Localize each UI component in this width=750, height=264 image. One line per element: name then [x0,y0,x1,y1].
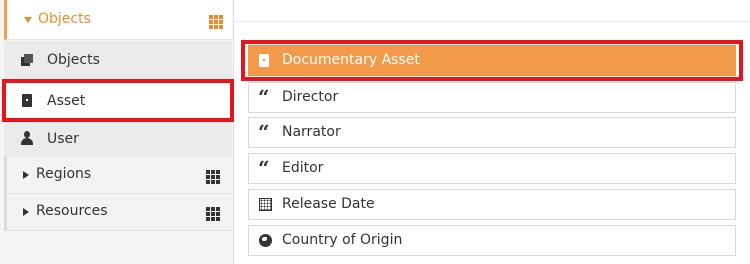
globe-icon [259,234,272,247]
sidebar-group-resources[interactable]: Resources [4,194,232,231]
field-item-editor[interactable]: “ Editor [248,153,736,184]
quote-icon: “ [258,85,270,109]
grid-icon[interactable] [206,207,220,221]
caret-down-icon [24,17,32,23]
field-item-director[interactable]: “ Director [248,82,736,113]
field-item-release-date[interactable]: Release Date [248,189,736,220]
sidebar-header-label: Objects [38,11,91,27]
top-bar [234,0,750,22]
sidebar-group-label: Regions [36,166,92,182]
field-item-label: Country of Origin [282,232,403,248]
field-item-label: Release Date [282,196,375,212]
sidebar-item-objects[interactable]: Objects [4,41,232,80]
sidebar-item-label: User [47,131,79,147]
sidebar-header-objects[interactable]: Objects [4,0,232,40]
grid-icon[interactable] [206,170,220,184]
caret-right-icon [23,171,29,179]
field-item-label: Director [282,89,339,105]
sidebar: Objects Objects Asset User Regions Resou… [0,0,234,264]
quote-icon: “ [258,156,270,180]
field-item-label: Narrator [282,124,341,140]
sidebar-group-label: Resources [36,203,108,219]
field-item-country-of-origin[interactable]: Country of Origin [248,225,736,256]
field-item-label: Editor [282,160,324,176]
sidebar-item-user[interactable]: User [4,121,232,160]
calendar-icon [259,198,272,211]
grid-icon[interactable] [209,15,223,29]
cube-icon [20,53,34,67]
quote-icon: “ [258,120,270,144]
highlight-box-asset [2,79,234,122]
caret-right-icon [23,208,29,216]
user-icon [20,131,34,145]
field-item-narrator[interactable]: “ Narrator [248,117,736,148]
sidebar-group-regions[interactable]: Regions [4,157,232,194]
sidebar-item-label: Objects [47,52,100,68]
highlight-box-documentary-asset [241,40,743,81]
